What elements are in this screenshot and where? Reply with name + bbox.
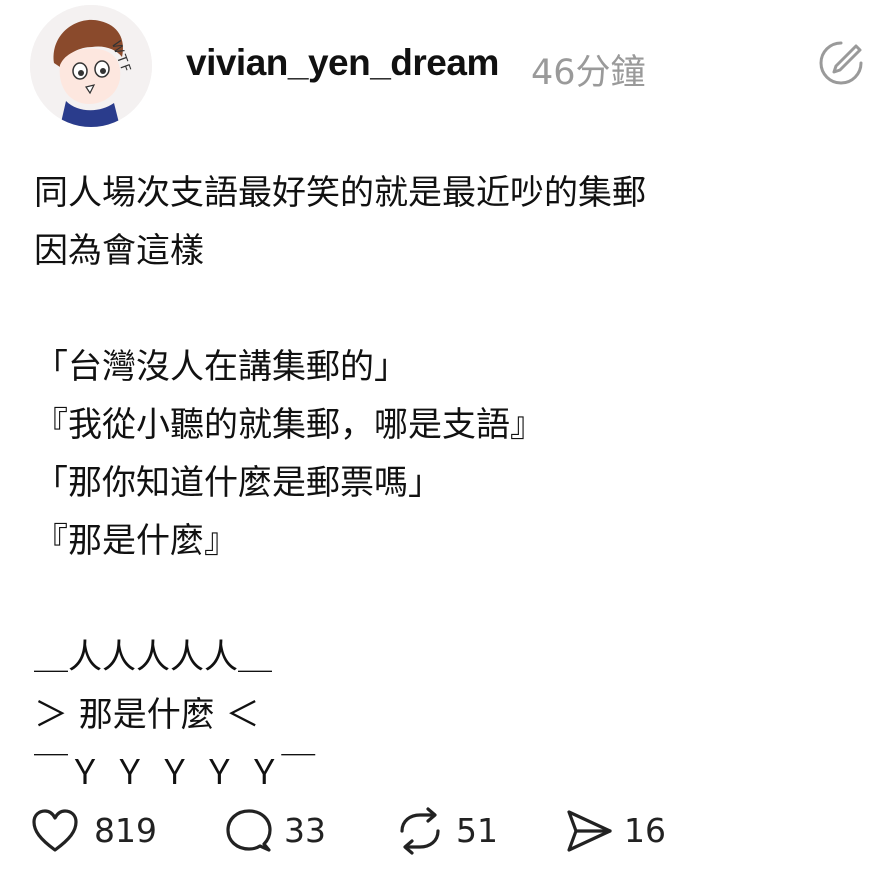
edit-button[interactable] <box>816 38 866 88</box>
send-paper-plane-icon <box>567 810 612 852</box>
share-button[interactable]: 16 <box>564 805 674 857</box>
author-username[interactable]: vivian_yen_dream <box>186 42 499 84</box>
heart-icon <box>32 809 78 852</box>
post-timestamp: 46分鐘 <box>531 53 646 93</box>
share-count: 16 <box>624 811 666 850</box>
comment-bubble-icon <box>226 809 272 852</box>
post-line: 同人場次支語最好笑的就是最近吵的集郵 <box>34 173 646 213</box>
avatar-image <box>30 5 152 127</box>
post-line: 『那是什麼』 <box>34 521 238 561</box>
post-line: ￣Ｙ Ｙ Ｙ Ｙ Ｙ￣ <box>34 753 316 793</box>
like-button[interactable]: 819 <box>30 805 160 857</box>
post-line: 「那你知道什麼是郵票嗎」 <box>34 463 442 503</box>
comment-count: 33 <box>284 811 326 850</box>
post-line <box>34 570 874 628</box>
post-line: 『我從小聽的就集郵，哪是支語』 <box>34 405 544 445</box>
post-line: 因為會這樣 <box>34 231 204 271</box>
action-bar: 819 33 51 16 <box>30 805 730 857</box>
repost-count: 51 <box>456 811 498 850</box>
repost-arrows-icon <box>400 807 440 855</box>
post-line: ＞ 那是什麼 ＜ <box>34 695 260 735</box>
post-body: 同人場次支語最好笑的就是最近吵的集郵 因為會這樣 「台灣沒人在講集郵的」 『我從… <box>34 164 874 802</box>
post-line: 「台灣沒人在講集郵的」 <box>34 347 408 387</box>
edit-pencil-circle-icon <box>819 41 863 85</box>
post-line: ＿人人人人人＿ <box>34 637 272 677</box>
comment-button[interactable]: 33 <box>224 805 334 857</box>
avatar[interactable]: WTF <box>30 5 152 127</box>
repost-button[interactable]: 51 <box>394 805 504 857</box>
post-line <box>34 280 874 338</box>
like-count: 819 <box>94 811 157 850</box>
